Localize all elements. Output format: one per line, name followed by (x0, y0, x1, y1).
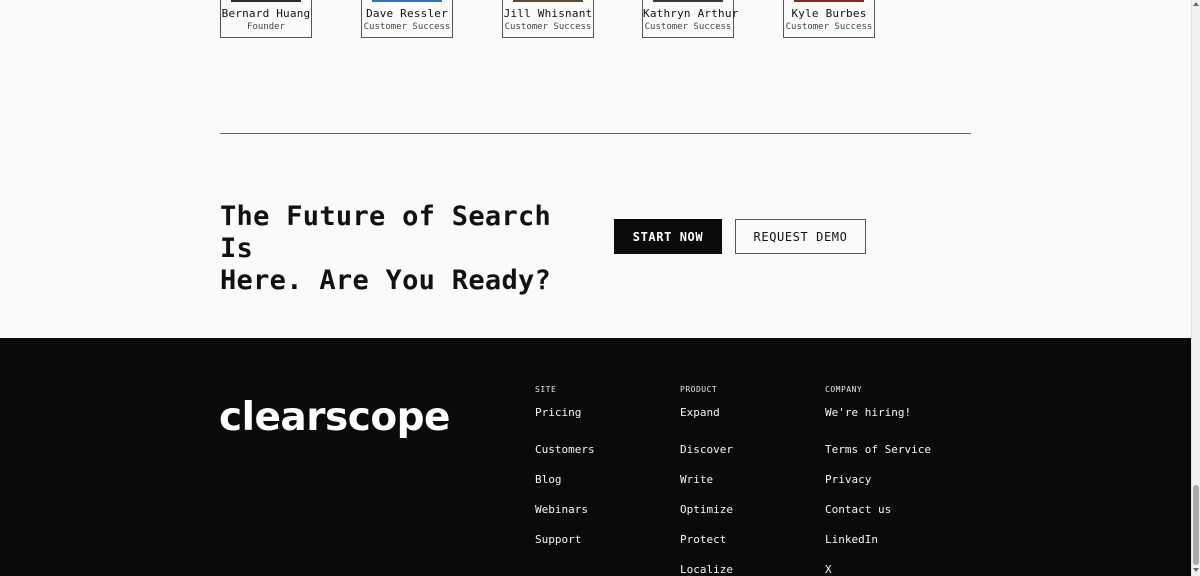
member-name: Bernard Huang (221, 7, 311, 20)
cta-headline-line-1: The Future of Search Is (220, 201, 552, 264)
footer-column-site: SITE Pricing Customers Blog Webinars Sup… (535, 385, 595, 555)
member-name: Dave Ressler (366, 7, 448, 20)
member-role: Founder (247, 22, 285, 32)
team-card-bernard-huang[interactable]: Bernard Huang Founder (220, 0, 312, 38)
member-photo (513, 0, 583, 2)
request-demo-button[interactable]: REQUEST DEMO (735, 219, 866, 254)
member-name: Kyle Burbes (791, 7, 867, 20)
footer-link-support[interactable]: Support (535, 525, 595, 555)
footer-link-optimize[interactable]: Optimize (680, 495, 733, 525)
footer-link-contact[interactable]: Contact us (825, 495, 931, 525)
member-photo (794, 0, 864, 2)
footer-link-blog[interactable]: Blog (535, 465, 595, 495)
team-card-kyle-burbes[interactable]: Kyle Burbes Customer Success (783, 0, 875, 38)
footer-link-expand[interactable]: Expand (680, 405, 733, 435)
footer-heading-company: COMPANY (825, 385, 863, 394)
member-name: Jill Whisnant (503, 7, 593, 20)
clearscope-logo[interactable]: clearscope (219, 398, 450, 437)
scroll-up-arrow-icon[interactable] (1193, 2, 1199, 6)
team-card-kathryn-arthur[interactable]: Kathryn Arthur Customer Success (642, 0, 739, 38)
footer-link-x[interactable]: X (825, 555, 931, 576)
member-role: Customer Success (363, 22, 451, 32)
member-name: Kathryn Arthur (643, 7, 739, 20)
footer-link-hiring[interactable]: We're hiring! (825, 405, 931, 435)
member-photo (231, 0, 301, 2)
footer-column-product: PRODUCT Expand Discover Write Optimize P… (680, 385, 733, 576)
member-role: Customer Success (504, 22, 592, 32)
member-photo (653, 0, 723, 2)
member-role: Customer Success (785, 22, 873, 32)
footer-link-protect[interactable]: Protect (680, 525, 733, 555)
vertical-scrollbar[interactable] (1191, 0, 1200, 576)
footer-heading-site: SITE (535, 385, 557, 394)
team-card-dave-ressler[interactable]: Dave Ressler Customer Success (361, 0, 453, 38)
main-content: Bernard Huang Founder Dave Ressler Custo… (0, 0, 1191, 576)
footer-link-linkedin[interactable]: LinkedIn (825, 525, 931, 555)
footer-link-webinars[interactable]: Webinars (535, 495, 595, 525)
scroll-down-arrow-icon[interactable] (1193, 568, 1199, 572)
footer-link-discover[interactable]: Discover (680, 435, 733, 465)
footer-link-privacy[interactable]: Privacy (825, 465, 931, 495)
footer-heading-product: PRODUCT (680, 385, 718, 394)
footer-link-customers[interactable]: Customers (535, 435, 595, 465)
page: Bernard Huang Founder Dave Ressler Custo… (0, 0, 1200, 576)
footer: clearscope SITE Pricing Customers Blog W… (0, 338, 1191, 576)
footer-column-company: COMPANY We're hiring! Terms of Service P… (825, 385, 931, 576)
member-role: Customer Success (644, 22, 732, 32)
team-card-jill-whisnant[interactable]: Jill Whisnant Customer Success (502, 0, 594, 38)
footer-link-localize[interactable]: Localize (680, 555, 733, 576)
start-now-button[interactable]: START NOW (614, 219, 722, 254)
cta-headline: The Future of Search Is Here. Are You Re… (220, 201, 600, 297)
footer-link-terms[interactable]: Terms of Service (825, 435, 931, 465)
footer-link-pricing[interactable]: Pricing (535, 405, 595, 435)
cta-headline-line-2: Here. Are You Ready? (220, 265, 552, 296)
scrollbar-thumb[interactable] (1193, 485, 1199, 565)
section-divider (220, 133, 971, 134)
member-photo (372, 0, 442, 2)
footer-link-write[interactable]: Write (680, 465, 733, 495)
